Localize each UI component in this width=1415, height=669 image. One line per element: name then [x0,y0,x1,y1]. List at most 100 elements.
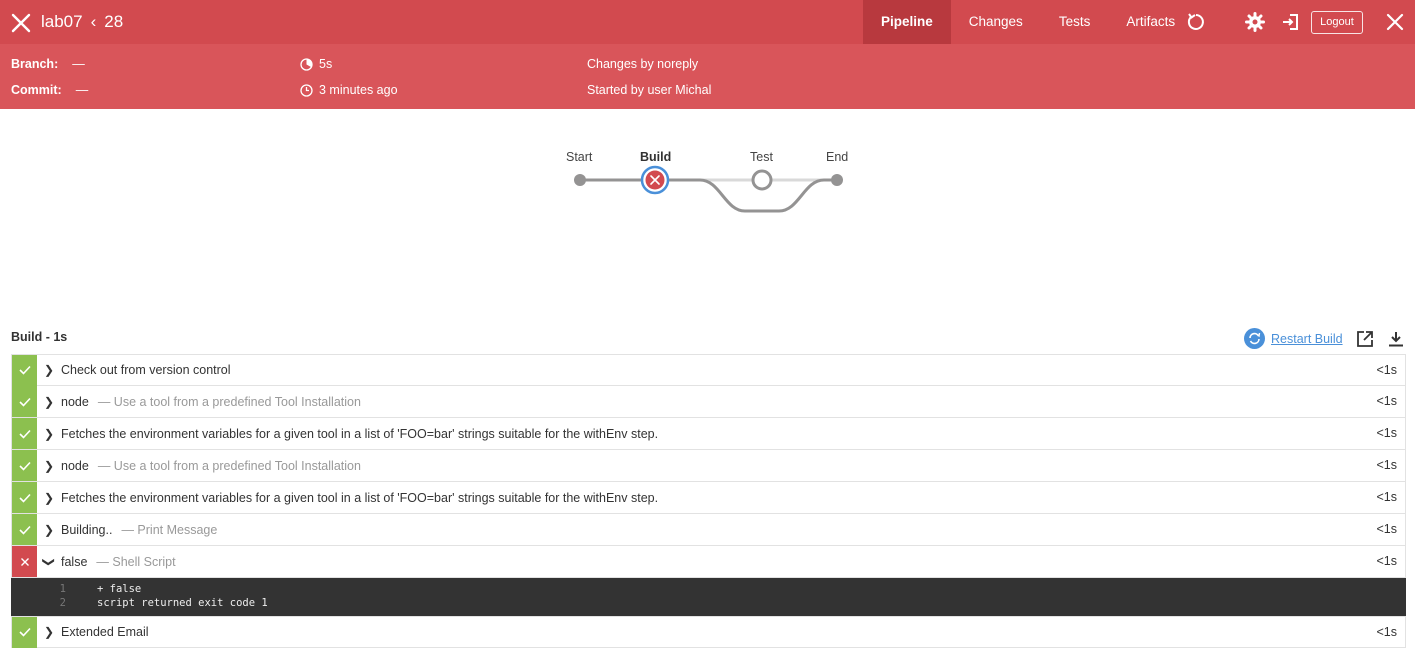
step-row[interactable]: ❯ node — Use a tool from a predefined To… [11,386,1406,418]
connector-skip-path [665,178,837,213]
commit-label: Commit: [11,83,62,97]
chevron-down-icon[interactable]: ❯ [42,550,56,574]
build-stage-node[interactable] [640,165,670,195]
changes-by: Changes by noreply [587,57,699,71]
stopwatch-icon [300,57,313,71]
time-info: 3 minutes ago [300,81,398,99]
failure-status [12,546,37,577]
step-duration: <1s [1376,522,1397,536]
step-row-failed[interactable]: ❯ false — Shell Script <1s [11,546,1406,578]
check-icon [18,365,31,375]
download-icon[interactable] [1387,330,1405,348]
chevron-right-icon[interactable]: ❯ [37,459,61,473]
stage-title: Build - 1s [11,330,68,344]
gear-icon[interactable] [1245,12,1265,32]
step-row[interactable]: ❯ Fetches the environment variables for … [11,418,1406,450]
commit-info: Commit: — [11,81,88,99]
tab-tests[interactable]: Tests [1041,0,1109,44]
open-classic-icon[interactable] [1280,12,1300,32]
step-row[interactable]: ❯ Building.. — Print Message <1s [11,514,1406,546]
chevron-right-icon[interactable]: ❯ [37,427,61,441]
log-line-number[interactable]: 2 [12,597,66,611]
log-line: 1 + false [12,583,1405,597]
step-duration: <1s [1376,394,1397,408]
started-by: Started by user Michal [587,83,712,97]
branch-info: Branch: — [11,55,85,73]
restart-build-button[interactable]: Restart Build [1244,328,1343,349]
end-node [831,174,843,186]
time-ago: 3 minutes ago [319,83,398,97]
step-duration: <1s [1376,426,1397,440]
restart-icon [1244,328,1265,349]
step-name: false [61,554,88,569]
test-stage-node[interactable] [751,169,773,191]
step-row[interactable]: ❯ Check out from version control <1s [11,354,1406,386]
logout-button[interactable]: Logout [1311,11,1363,34]
replay-icon[interactable] [1186,12,1206,32]
run-summary: Branch: — Commit: — 5s 3 minutes ago Cha… [0,44,1415,109]
chevron-right-icon[interactable]: ❯ [37,491,61,505]
check-icon [18,493,31,503]
log-line: 2 script returned exit code 1 [12,597,1405,611]
build-number[interactable]: 28 [104,12,123,32]
step-list: ❯ Check out from version control <1s ❯ n… [11,354,1406,648]
step-name: Building.. [61,522,113,537]
step-duration: <1s [1376,625,1397,639]
chevron-right-icon[interactable]: ❯ [37,363,61,377]
check-icon [18,627,31,637]
step-description: — Use a tool from a predefined Tool Inst… [97,458,361,473]
close-icon[interactable] [10,12,32,34]
step-row[interactable]: ❯ node — Use a tool from a predefined To… [11,450,1406,482]
tab-changes[interactable]: Changes [951,0,1041,44]
step-name: Fetches the environment variables for a … [61,490,659,505]
top-bar: lab07 ‹ 28 Pipeline Changes Tests Artifa… [0,0,1415,44]
chevron-right-icon[interactable]: ❯ [37,523,61,537]
job-name[interactable]: lab07 [41,12,83,32]
pipeline-connectors [574,165,843,213]
success-status [12,450,37,481]
start-node [574,174,586,186]
log-line-text: + false [97,583,142,595]
clock-icon [300,83,313,97]
branch-value: — [72,57,85,71]
tab-artifacts[interactable]: Artifacts [1108,0,1193,44]
step-duration: <1s [1376,458,1397,472]
restart-build-label[interactable]: Restart Build [1271,332,1343,346]
step-duration: <1s [1376,363,1397,377]
log-line-text: script returned exit code 1 [97,597,268,609]
success-status [12,386,37,417]
branch-label: Branch: [11,57,59,71]
tab-bar: Pipeline Changes Tests Artifacts [863,0,1193,44]
step-name: node [61,458,89,473]
step-name: Extended Email [61,625,149,639]
commit-value: — [75,83,89,97]
log-line-number[interactable]: 1 [12,583,66,597]
chevron-right-icon[interactable]: ❯ [37,625,61,639]
success-status [12,616,37,648]
chevron-left-icon: ‹ [90,12,97,31]
step-name: node [61,394,89,409]
check-icon [18,461,31,471]
close-icon[interactable] [1386,13,1404,31]
breadcrumb: lab07 ‹ 28 [41,12,123,32]
success-status [12,418,37,449]
success-status [12,514,37,545]
step-log-output[interactable]: 1 + false 2 script returned exit code 1 [11,578,1406,616]
step-row[interactable]: ❯ Fetches the environment variables for … [11,482,1406,514]
check-icon [18,397,31,407]
step-duration: <1s [1376,554,1397,568]
step-name: Check out from version control [61,363,231,377]
duration-info: 5s [300,55,332,73]
step-name: Fetches the environment variables for a … [61,426,659,441]
check-icon [18,525,31,535]
success-status [12,482,37,513]
x-icon [20,557,29,566]
tab-pipeline[interactable]: Pipeline [863,0,951,44]
chevron-right-icon[interactable]: ❯ [37,395,61,409]
duration-value: 5s [319,57,333,71]
check-icon [18,429,31,439]
step-duration: <1s [1376,490,1397,504]
step-row[interactable]: ❯ Extended Email <1s [11,616,1406,648]
step-description: — Use a tool from a predefined Tool Inst… [97,394,361,409]
open-external-icon[interactable] [1356,330,1374,348]
